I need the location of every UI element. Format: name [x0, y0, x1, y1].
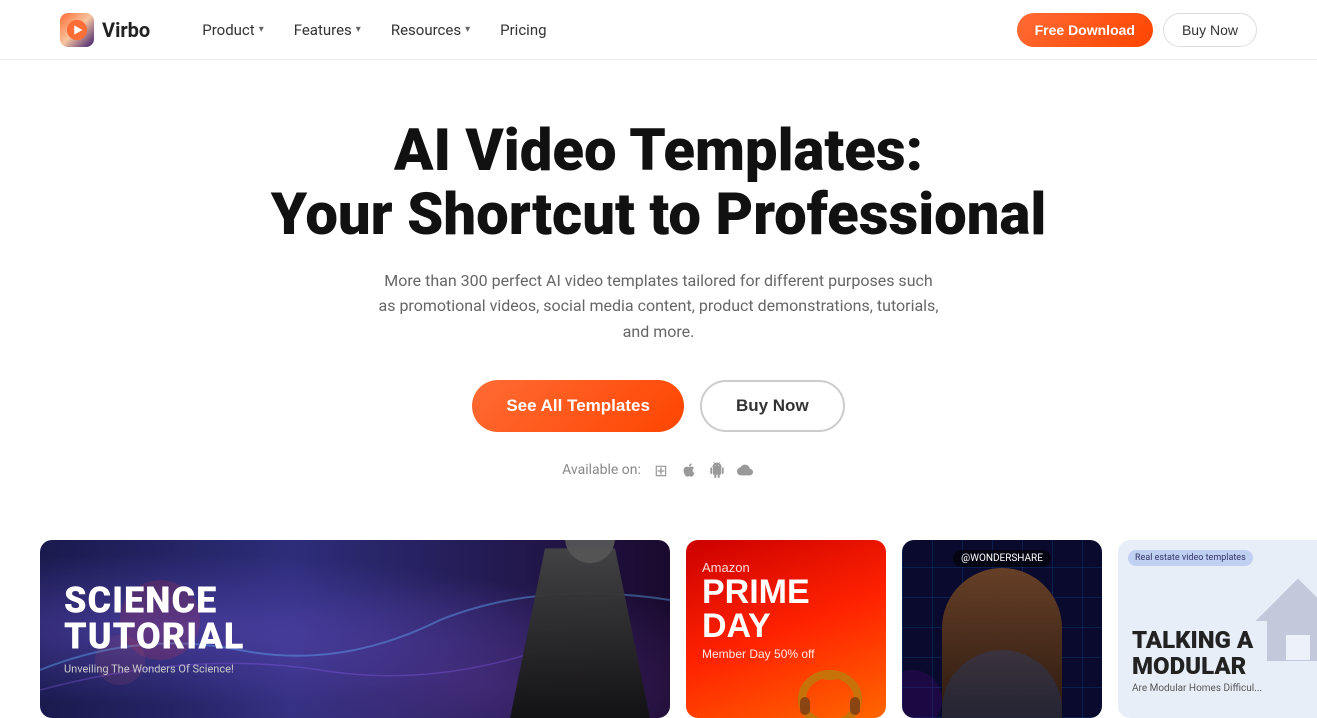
prime-subtitle: Member Day 50% off: [702, 647, 870, 661]
buy-now-nav-button[interactable]: Buy Now: [1163, 13, 1257, 47]
hero-title: AI Video Templates: Your Shortcut to Pro…: [229, 120, 1089, 248]
hero-buttons: See All Templates Buy Now: [20, 380, 1297, 432]
card-prime-day[interactable]: Amazon PRIME DAY Member Day 50% off: [686, 540, 886, 718]
realestate-badge: Real estate video templates: [1128, 550, 1253, 566]
chevron-down-icon: ▾: [259, 24, 264, 35]
card-science-tutorial[interactable]: SCIENCETUTORIAL Unveiling The Wonders Of…: [40, 540, 670, 718]
chevron-down-icon: ▾: [356, 24, 361, 35]
hero-subtitle: More than 300 perfect AI video templates…: [379, 268, 939, 345]
logo-link[interactable]: Virbo: [60, 13, 150, 47]
headphones-icon: [790, 661, 870, 718]
cards-row: SCIENCETUTORIAL Unveiling The Wonders Of…: [0, 540, 1317, 718]
available-on: Available on: ⊞: [20, 460, 1297, 480]
carousel-section: ‹ › SCIENCETUTORIAL Unveiling The Wonder…: [0, 520, 1317, 718]
card-wondershare[interactable]: @WONDERSHARE: [902, 540, 1102, 718]
nav-item-product[interactable]: Product ▾: [190, 15, 275, 45]
card-science-title: SCIENCETUTORIAL: [64, 583, 244, 655]
card-science-text: SCIENCETUTORIAL Unveiling The Wonders Of…: [64, 583, 244, 676]
card-science-subtitle: Unveiling The Wonders Of Science!: [64, 663, 244, 676]
prime-product-area: [702, 661, 870, 718]
prime-title: PRIME DAY: [702, 575, 870, 643]
chevron-down-icon: ▾: [465, 24, 470, 35]
wonder-glow: [902, 540, 1102, 718]
android-icon: [707, 460, 727, 480]
cloud-icon: [735, 460, 755, 480]
free-download-button[interactable]: Free Download: [1017, 13, 1153, 47]
logo-wordmark: Virbo: [102, 18, 150, 42]
nav-actions: Free Download Buy Now: [1017, 13, 1257, 47]
house-decoration: [1248, 570, 1317, 670]
windows-icon: ⊞: [651, 460, 671, 480]
hero-section: AI Video Templates: Your Shortcut to Pro…: [0, 60, 1317, 520]
realestate-subtitle: Are Modular Homes Difficul...: [1132, 683, 1317, 694]
navbar: Virbo Product ▾ Features ▾ Resources ▾ P…: [0, 0, 1317, 60]
card-person-image: [470, 540, 670, 718]
apple-icon: [679, 460, 699, 480]
see-all-templates-button[interactable]: See All Templates: [472, 380, 684, 432]
platform-icons: ⊞: [651, 460, 755, 480]
card-real-estate[interactable]: Real estate video templates TALKING AMOD…: [1118, 540, 1317, 718]
logo-icon: [60, 13, 94, 47]
buy-now-hero-button[interactable]: Buy Now: [700, 380, 845, 432]
nav-links: Product ▾ Features ▾ Resources ▾ Pricing: [190, 15, 1016, 45]
nav-item-features[interactable]: Features ▾: [282, 15, 373, 45]
nav-item-pricing[interactable]: Pricing: [488, 15, 558, 45]
nav-item-resources[interactable]: Resources ▾: [379, 15, 482, 45]
